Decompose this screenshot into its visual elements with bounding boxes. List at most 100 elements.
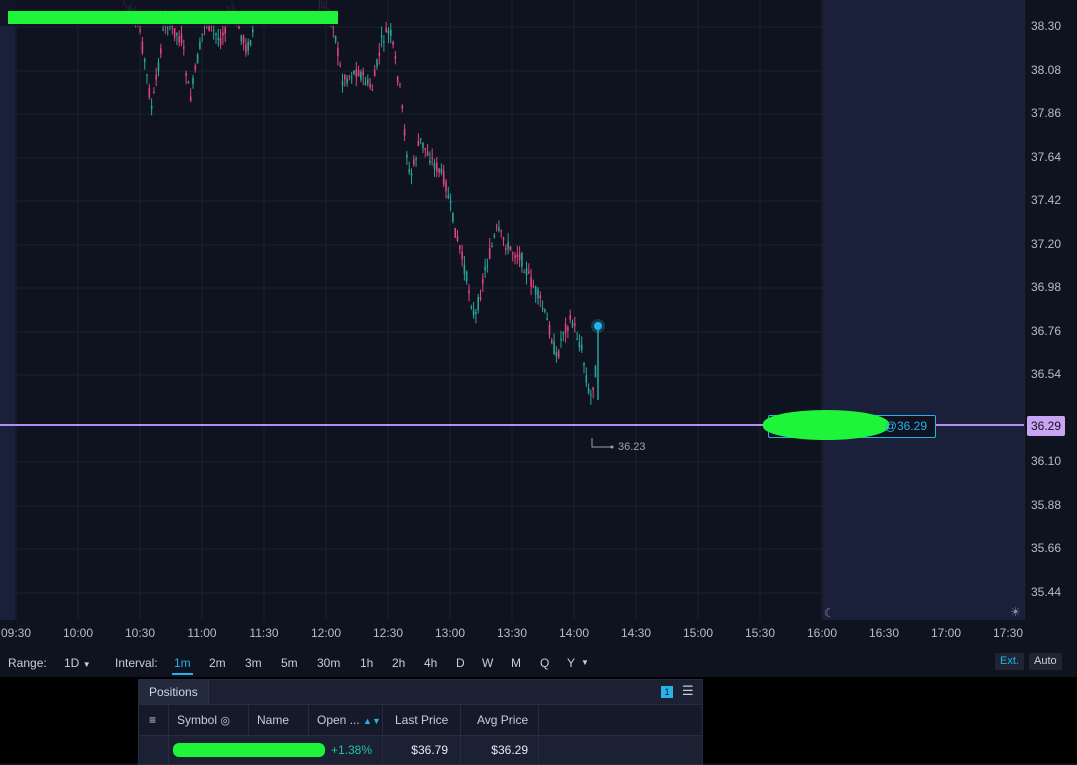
column-open-pl[interactable]: Open ... ▲▼ xyxy=(309,705,383,735)
interval-2m[interactable]: 2m xyxy=(209,656,226,670)
table-row[interactable]: +1.38% $36.79 $36.29 xyxy=(139,736,702,764)
candle-body xyxy=(498,227,500,231)
candle-body xyxy=(486,265,489,267)
candle-body xyxy=(383,41,385,43)
interval-3m[interactable]: 3m xyxy=(245,656,262,670)
time-tick-label: 10:00 xyxy=(62,626,94,640)
candle-body xyxy=(240,35,243,42)
candle-body xyxy=(551,339,553,343)
interval-5m[interactable]: 5m xyxy=(281,656,298,670)
tab-positions[interactable]: Positions xyxy=(139,680,209,704)
ext-hours-button[interactable]: Ext. xyxy=(995,653,1024,670)
candle-body xyxy=(477,297,479,311)
chart-area[interactable]: 36.23 @36.29 ☾ ☀ xyxy=(0,0,1024,620)
candle-body xyxy=(541,308,544,310)
interval-1m[interactable]: 1m xyxy=(172,656,193,675)
time-tick-label: 15:30 xyxy=(744,626,776,640)
interval-Y[interactable]: Y xyxy=(567,656,575,670)
candle-body xyxy=(403,128,406,136)
candle-body xyxy=(585,375,588,383)
candle-body xyxy=(438,168,440,173)
price-tick-label: 38.08 xyxy=(1031,63,1062,77)
candle-body xyxy=(452,212,454,222)
positions-panel: Positions 1 ☰ ≡ Symbol ◎ Name Open ... ▲… xyxy=(138,679,703,765)
interval-1h[interactable]: 1h xyxy=(360,656,373,670)
candle-body xyxy=(224,27,226,34)
price-axis[interactable]: 38.30 38.08 37.86 37.64 37.42 37.20 36.98 36.76… xyxy=(1024,0,1077,620)
price-tick-label: 36.76 xyxy=(1031,324,1062,338)
candle-body xyxy=(557,350,560,358)
list-view-icon[interactable]: ☰ xyxy=(682,683,694,699)
interval-4h[interactable]: 4h xyxy=(424,656,437,670)
time-tick-label: 17:00 xyxy=(930,626,962,640)
candle-body xyxy=(194,65,197,70)
candle-body xyxy=(534,286,537,295)
candle-body xyxy=(530,276,532,288)
current-price-tag: 36.29 xyxy=(1027,416,1065,436)
candle-body xyxy=(479,297,482,300)
candle-body xyxy=(332,27,335,29)
time-axis[interactable]: 09:30 10:00 10:30 11:00 11:30 12:00 12:30 13:00… xyxy=(0,620,1077,649)
interval-Q[interactable]: Q xyxy=(540,656,549,670)
order-line-tag[interactable]: @36.29 xyxy=(763,410,936,440)
candle-body xyxy=(537,289,539,299)
candle-body xyxy=(401,105,404,109)
range-select[interactable]: 1D ▼ xyxy=(64,656,91,670)
candle-body xyxy=(564,323,567,334)
candle-body xyxy=(399,84,401,86)
column-name[interactable]: Name xyxy=(249,705,309,735)
candle-body xyxy=(456,236,459,241)
candle-body xyxy=(201,33,203,35)
column-avg-price[interactable]: Avg Price xyxy=(461,705,539,735)
candle-body xyxy=(334,36,337,42)
candle-body xyxy=(196,54,199,64)
candle-body xyxy=(247,41,249,52)
candle-body xyxy=(380,35,383,38)
candle-body xyxy=(187,81,190,84)
menu-icon[interactable]: ≡ xyxy=(139,705,169,735)
price-chart-svg[interactable] xyxy=(0,0,1024,620)
price-tick-label: 37.86 xyxy=(1031,106,1062,120)
candle-body xyxy=(592,387,594,391)
auto-scale-button[interactable]: Auto xyxy=(1029,653,1062,670)
candle-body xyxy=(447,195,450,199)
redacted-order-label xyxy=(763,410,889,440)
candle-body xyxy=(431,157,433,159)
interval-30m[interactable]: 30m xyxy=(317,656,340,670)
interval-D[interactable]: D xyxy=(456,656,465,670)
candle-body xyxy=(484,266,486,271)
candle-body xyxy=(378,52,381,56)
candle-body xyxy=(419,138,422,140)
avg-price-value: $36.29 xyxy=(461,736,539,764)
candle-body xyxy=(139,29,141,32)
interval-2h[interactable]: 2h xyxy=(392,656,405,670)
candle-body xyxy=(346,78,348,84)
price-tick-label: 37.64 xyxy=(1031,150,1062,164)
candle-body xyxy=(376,59,378,67)
candle-body xyxy=(562,332,565,334)
candle-body xyxy=(436,162,438,172)
candle-body xyxy=(553,341,555,355)
time-tick-label: 17:30 xyxy=(992,626,1024,640)
candle-body xyxy=(415,158,417,160)
candle-body xyxy=(212,29,215,31)
candle-body xyxy=(360,71,362,80)
column-last-price[interactable]: Last Price xyxy=(383,705,461,735)
candle-body xyxy=(413,159,415,165)
candle-body xyxy=(482,278,484,284)
sort-icon: ▲▼ xyxy=(363,716,381,726)
candle-body xyxy=(364,82,367,86)
candle-body xyxy=(222,32,224,36)
candle-body xyxy=(357,70,360,76)
candle-body xyxy=(408,169,410,173)
time-tick-label: 12:00 xyxy=(310,626,342,640)
positions-columns: ≡ Symbol ◎ Name Open ... ▲▼ Last Price A… xyxy=(139,704,702,736)
interval-M[interactable]: M xyxy=(511,656,521,670)
column-symbol[interactable]: Symbol ◎ xyxy=(169,705,249,735)
candle-body xyxy=(555,352,558,357)
candle-body xyxy=(219,37,222,46)
candle-body xyxy=(141,41,144,53)
time-tick-label: 14:30 xyxy=(620,626,652,640)
interval-W[interactable]: W xyxy=(482,656,493,670)
candle-body xyxy=(514,255,516,258)
